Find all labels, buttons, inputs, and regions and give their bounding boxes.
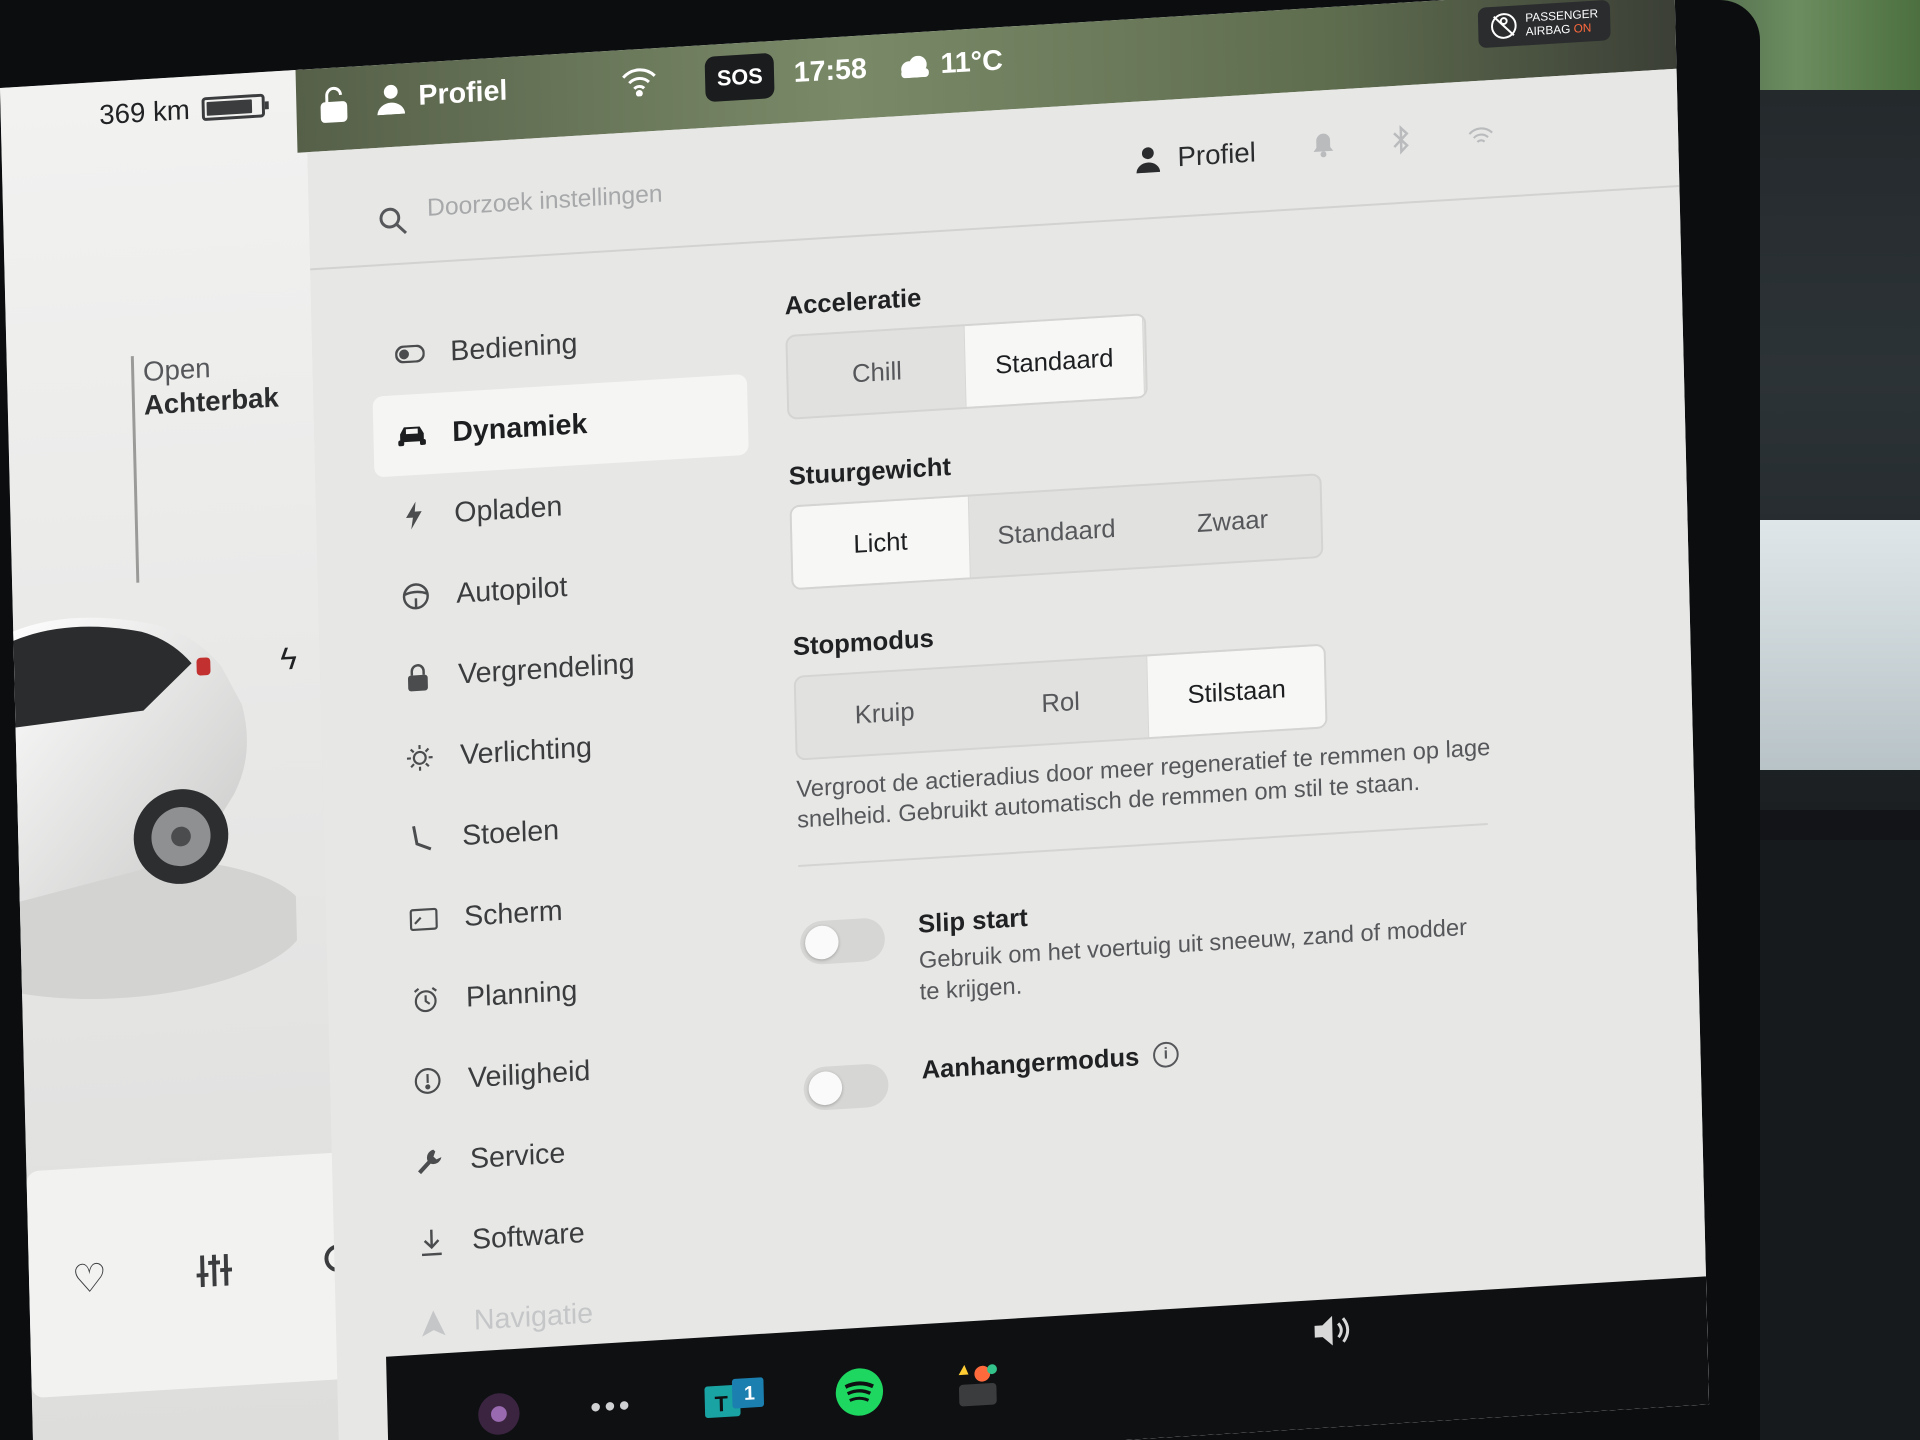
download-icon bbox=[414, 1227, 448, 1259]
navigation-icon bbox=[417, 1309, 451, 1337]
unlock-icon[interactable] bbox=[318, 84, 351, 133]
trailer-mode-toggle[interactable] bbox=[803, 1062, 889, 1112]
menu-item-label: Navigatie bbox=[473, 1297, 594, 1337]
heart-icon[interactable]: ♡ bbox=[71, 1255, 108, 1310]
menu-item-label: Stoelen bbox=[461, 814, 560, 852]
toybox-app-icon[interactable] bbox=[952, 1359, 1002, 1411]
teams-app-icon[interactable]: T1 bbox=[702, 1375, 766, 1424]
info-icon[interactable]: i bbox=[1152, 1041, 1180, 1069]
search-icon bbox=[379, 207, 408, 235]
slip-start-toggle[interactable] bbox=[799, 917, 886, 966]
airbag-state: ON bbox=[1573, 21, 1592, 36]
open-trunk-button[interactable]: Open Achterbak bbox=[143, 347, 279, 421]
header-profile-button[interactable]: Profiel bbox=[1136, 136, 1256, 175]
stop-mode-label: Stopmodus bbox=[792, 623, 935, 662]
acceleration-option-standaard[interactable]: Standaard bbox=[964, 315, 1144, 407]
steering-option-licht[interactable]: Licht bbox=[791, 496, 970, 589]
steering-label: Stuurgewicht bbox=[788, 451, 952, 491]
clock: 17:58 bbox=[793, 52, 868, 89]
more-apps-icon[interactable]: ••• bbox=[590, 1389, 634, 1425]
sos-button[interactable]: SOS bbox=[704, 52, 776, 103]
status-profile-label: Profiel bbox=[418, 74, 508, 112]
lock-icon bbox=[401, 661, 435, 693]
stop-mode-option-kruip[interactable]: Kruip bbox=[796, 667, 974, 758]
acceleration-label: Acceleratie bbox=[784, 282, 922, 321]
safety-icon bbox=[411, 1065, 445, 1097]
trailer-mode-row: Aanhangermodus i bbox=[803, 1014, 1592, 1112]
steering-option-zwaar[interactable]: Zwaar bbox=[1143, 475, 1321, 566]
bluetooth-icon[interactable] bbox=[1391, 124, 1412, 162]
car-icon bbox=[395, 423, 429, 447]
header-profile-label: Profiel bbox=[1177, 136, 1257, 172]
menu-item-label: Bediening bbox=[449, 327, 578, 367]
wifi-icon[interactable] bbox=[621, 66, 657, 106]
charge-port-icon[interactable]: ϟ bbox=[280, 640, 298, 677]
divider bbox=[798, 823, 1488, 868]
steering-option-standaard[interactable]: Standaard bbox=[967, 486, 1145, 577]
header-controls: Profiel bbox=[1136, 119, 1495, 177]
settings-search-input[interactable] bbox=[426, 156, 1039, 223]
seat-icon bbox=[405, 823, 439, 855]
menu-item-label: Vergrendeling bbox=[457, 647, 635, 690]
passenger-airbag-indicator: PASSENGER AIRBAG ON bbox=[1477, 0, 1611, 49]
trailer-mode-label: Aanhangermodus bbox=[921, 1041, 1140, 1085]
camera-app-icon[interactable] bbox=[476, 1390, 522, 1438]
menu-item-label: Autopilot bbox=[455, 570, 568, 610]
stop-mode-option-rol[interactable]: Rol bbox=[972, 656, 1150, 747]
acceleration-selector: Chill Standaard bbox=[785, 313, 1148, 420]
menu-item-label: Opladen bbox=[453, 490, 563, 529]
settings-menu: Bediening Dynamiek Opladen Autopilot Ver… bbox=[371, 293, 771, 1366]
light-icon bbox=[403, 742, 437, 774]
wrench-icon bbox=[413, 1147, 447, 1177]
vehicle-image bbox=[0, 617, 299, 999]
menu-item-label: Planning bbox=[465, 974, 578, 1014]
spotify-app-icon[interactable] bbox=[834, 1366, 884, 1418]
bolt-icon bbox=[397, 501, 431, 531]
acceleration-option-chill[interactable]: Chill bbox=[787, 326, 966, 418]
toggle-icon bbox=[393, 344, 427, 364]
range-indicator: 369 km bbox=[99, 90, 265, 132]
trunk-pointer-line bbox=[130, 356, 140, 583]
temperature: 11°C bbox=[940, 44, 1004, 81]
svg-text:1: 1 bbox=[743, 1382, 755, 1405]
airbag-line2: AIRBAG bbox=[1525, 22, 1571, 39]
touchscreen: 369 km Open Achterbak ϟ ♡ Profiel SOS 17… bbox=[0, 0, 1710, 1440]
steering-selector: Licht Standaard Zwaar bbox=[789, 473, 1324, 591]
svg-text:T: T bbox=[714, 1391, 729, 1417]
vehicle-panel: 369 km Open Achterbak ϟ ♡ bbox=[0, 69, 387, 1440]
menu-item-label: Veiligheid bbox=[467, 1054, 591, 1094]
settings-screen: Profiel Bediening Dynamiek bbox=[307, 68, 1710, 1440]
status-profile-button[interactable]: Profiel bbox=[377, 75, 508, 115]
person-icon bbox=[1136, 146, 1161, 173]
cloud-icon bbox=[901, 55, 929, 78]
menu-item-label: Scherm bbox=[463, 894, 563, 933]
menu-item-label: Service bbox=[469, 1137, 566, 1175]
screen-icon bbox=[407, 907, 441, 933]
menu-item-label: Software bbox=[471, 1216, 586, 1256]
bell-icon[interactable] bbox=[1312, 131, 1334, 165]
battery-icon bbox=[201, 93, 265, 122]
person-icon bbox=[377, 84, 406, 115]
airbag-icon bbox=[1491, 13, 1517, 40]
stop-mode-selector: Kruip Rol Stilstaan bbox=[793, 643, 1328, 761]
trailer-mode-title: Aanhangermodus i bbox=[921, 1039, 1180, 1085]
steering-wheel-icon bbox=[399, 581, 433, 613]
weather: 11°C bbox=[897, 45, 1003, 84]
range-value: 369 km bbox=[98, 94, 191, 131]
alarm-icon bbox=[409, 984, 443, 1016]
menu-item-label: Verlichting bbox=[459, 731, 593, 771]
stop-mode-option-stilstaan[interactable]: Stilstaan bbox=[1147, 645, 1326, 738]
sliders-icon[interactable] bbox=[192, 1248, 237, 1304]
slip-start-row: Slip start Gebruik om het voertuig uit s… bbox=[799, 869, 1589, 1015]
wifi-icon[interactable] bbox=[1468, 122, 1494, 155]
dynamics-settings: Acceleratie Chill Standaard Stuurgewicht… bbox=[784, 243, 1593, 1159]
volume-icon[interactable] bbox=[1312, 1312, 1356, 1355]
menu-item-label: Dynamiek bbox=[451, 407, 588, 448]
